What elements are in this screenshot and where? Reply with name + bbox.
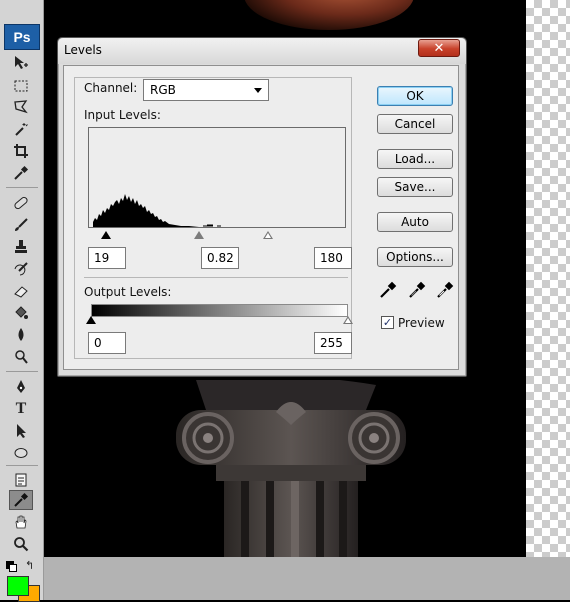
input-white-field[interactable]: 180: [314, 247, 352, 269]
input-gamma-slider[interactable]: [194, 231, 204, 239]
cancel-button[interactable]: Cancel: [377, 114, 453, 134]
output-white-field[interactable]: 255: [314, 332, 352, 354]
output-black-slider[interactable]: [86, 316, 96, 324]
dialog-title: Levels: [64, 43, 102, 57]
gray-eyedropper-icon[interactable]: [408, 281, 426, 299]
channel-select-value: RGB: [150, 83, 176, 97]
default-colors-icon[interactable]: [6, 561, 17, 572]
ellipse-shape-icon[interactable]: [9, 443, 33, 463]
histogram: [88, 127, 346, 228]
preview-checkbox[interactable]: ✓: [381, 316, 394, 329]
load-button[interactable]: Load...: [377, 149, 453, 169]
close-button[interactable]: ✕: [418, 39, 460, 57]
channel-label: Channel:: [84, 81, 138, 95]
notes-icon[interactable]: [9, 470, 33, 490]
type-icon[interactable]: T: [9, 399, 33, 419]
eraser-icon[interactable]: [9, 281, 33, 301]
input-levels-label: Input Levels:: [84, 108, 161, 122]
options-button[interactable]: Options...: [377, 247, 453, 267]
workspace-background: [44, 557, 570, 600]
preview-label: Preview: [398, 316, 445, 330]
input-black-slider[interactable]: [101, 231, 111, 239]
swap-colors-icon[interactable]: ↰: [25, 559, 34, 572]
transparent-canvas-area: [526, 0, 570, 557]
save-button[interactable]: Save...: [377, 177, 453, 197]
healing-brush-icon[interactable]: [9, 193, 33, 213]
pen-icon[interactable]: [9, 377, 33, 397]
color-sampler-icon[interactable]: [9, 490, 33, 510]
history-brush-icon[interactable]: [9, 259, 33, 279]
eyedropper-icon[interactable]: [9, 163, 33, 183]
move-icon[interactable]: [9, 53, 33, 73]
black-eyedropper-icon[interactable]: [379, 281, 397, 299]
brush-icon[interactable]: [9, 215, 33, 235]
levels-dialog: Levels ✕ Channel: RGB Input Levels: 19 0…: [57, 37, 467, 377]
paint-bucket-icon[interactable]: [9, 303, 33, 323]
input-white-slider[interactable]: [263, 231, 273, 239]
output-levels-label: Output Levels:: [84, 285, 172, 299]
dialog-body: Channel: RGB Input Levels: 19 0.82 180 O…: [63, 65, 459, 370]
input-black-field[interactable]: 19: [88, 247, 126, 269]
dodge-icon[interactable]: [9, 347, 33, 367]
photoshop-logo[interactable]: Ps: [4, 24, 40, 50]
magic-wand-icon[interactable]: [9, 119, 33, 139]
blur-icon[interactable]: [9, 325, 33, 345]
canvas-image-hair: [244, 0, 414, 30]
crop-icon[interactable]: [9, 141, 33, 161]
dialog-titlebar[interactable]: Levels ✕: [58, 38, 466, 64]
foreground-color-swatch[interactable]: [7, 576, 29, 596]
chevron-down-icon: [254, 88, 262, 93]
close-icon: ✕: [433, 40, 445, 56]
lasso-icon[interactable]: [9, 97, 33, 117]
canvas-image-column: [176, 380, 406, 557]
output-black-field[interactable]: 0: [88, 332, 126, 354]
input-gamma-field[interactable]: 0.82: [201, 247, 239, 269]
clone-stamp-icon[interactable]: [9, 237, 33, 257]
channel-select[interactable]: RGB: [143, 79, 269, 101]
output-white-slider[interactable]: [343, 316, 353, 324]
output-gradient-bar: [91, 304, 348, 317]
zoom-icon[interactable]: [9, 534, 33, 554]
tools-panel: Ps T ↰: [0, 0, 44, 602]
divider: [84, 277, 348, 278]
white-eyedropper-icon[interactable]: [436, 281, 454, 299]
histogram-graph: [93, 194, 199, 227]
path-selection-icon[interactable]: [9, 421, 33, 441]
ok-button[interactable]: OK: [377, 86, 453, 106]
marquee-icon[interactable]: [9, 76, 33, 96]
hand-icon[interactable]: [9, 512, 33, 532]
auto-button[interactable]: Auto: [377, 212, 453, 232]
